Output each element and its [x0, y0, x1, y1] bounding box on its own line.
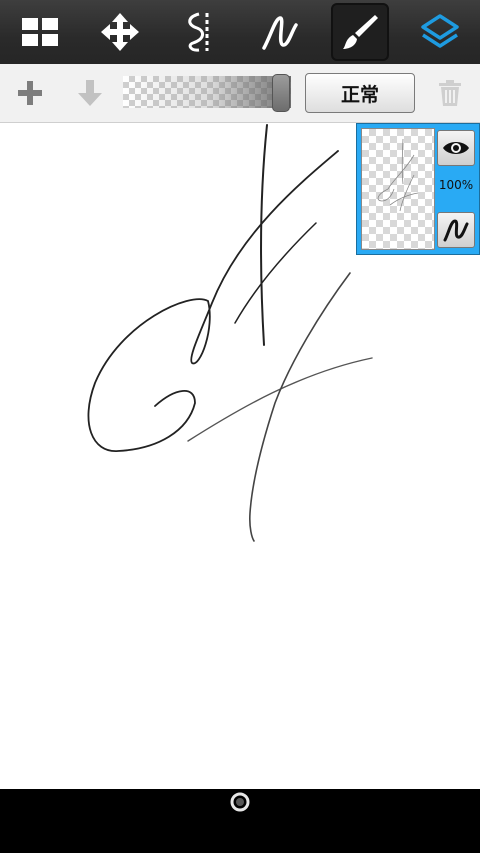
stroke-vertical: [260, 124, 268, 346]
stroke-icon: [443, 219, 469, 242]
grid-menu-icon: [22, 18, 58, 46]
layer-mode-button[interactable]: [437, 212, 475, 248]
move-tool-button[interactable]: [80, 0, 160, 64]
eye-icon: [443, 142, 469, 154]
symmetry-icon: [188, 12, 209, 52]
brush-tool-frame: [331, 3, 389, 61]
home-button[interactable]: [229, 791, 251, 813]
symmetry-tool-button[interactable]: [160, 0, 240, 64]
stroke-diagonal: [234, 222, 317, 324]
layer-opacity-label: 100%: [438, 178, 474, 192]
layer-panel: 100%: [356, 123, 480, 255]
layer-preview-sketch: [377, 138, 419, 212]
layer-thumbnail[interactable]: [361, 128, 435, 250]
arrow-down-icon: [78, 80, 102, 106]
stroke-loop: [87, 150, 339, 452]
layer-opacity-slider[interactable]: [123, 76, 291, 108]
home-circle-icon: [230, 792, 250, 812]
trash-icon: [439, 80, 461, 106]
menu-button[interactable]: [0, 0, 80, 64]
opacity-gradient: [123, 76, 291, 108]
blend-mode-button[interactable]: 正常: [305, 73, 415, 113]
add-layer-button[interactable]: [10, 64, 50, 122]
layers-icon: [421, 14, 459, 48]
move-arrows-icon: [101, 13, 139, 51]
stroke-crossbar: [187, 357, 373, 442]
stabilizer-tool-button[interactable]: [240, 0, 320, 64]
delete-layer-button[interactable]: [430, 64, 470, 122]
stroke-tail: [249, 272, 351, 542]
layers-tool-button[interactable]: [400, 0, 480, 64]
plus-icon: [18, 81, 42, 105]
layer-visibility-button[interactable]: [437, 130, 475, 166]
main-toolbar: [0, 0, 480, 64]
stroke-correction-icon: [262, 16, 298, 50]
brush-tool-button[interactable]: [320, 0, 400, 64]
opacity-slider-handle[interactable]: [272, 74, 290, 112]
brush-icon: [343, 15, 378, 49]
merge-down-button[interactable]: [70, 64, 110, 122]
